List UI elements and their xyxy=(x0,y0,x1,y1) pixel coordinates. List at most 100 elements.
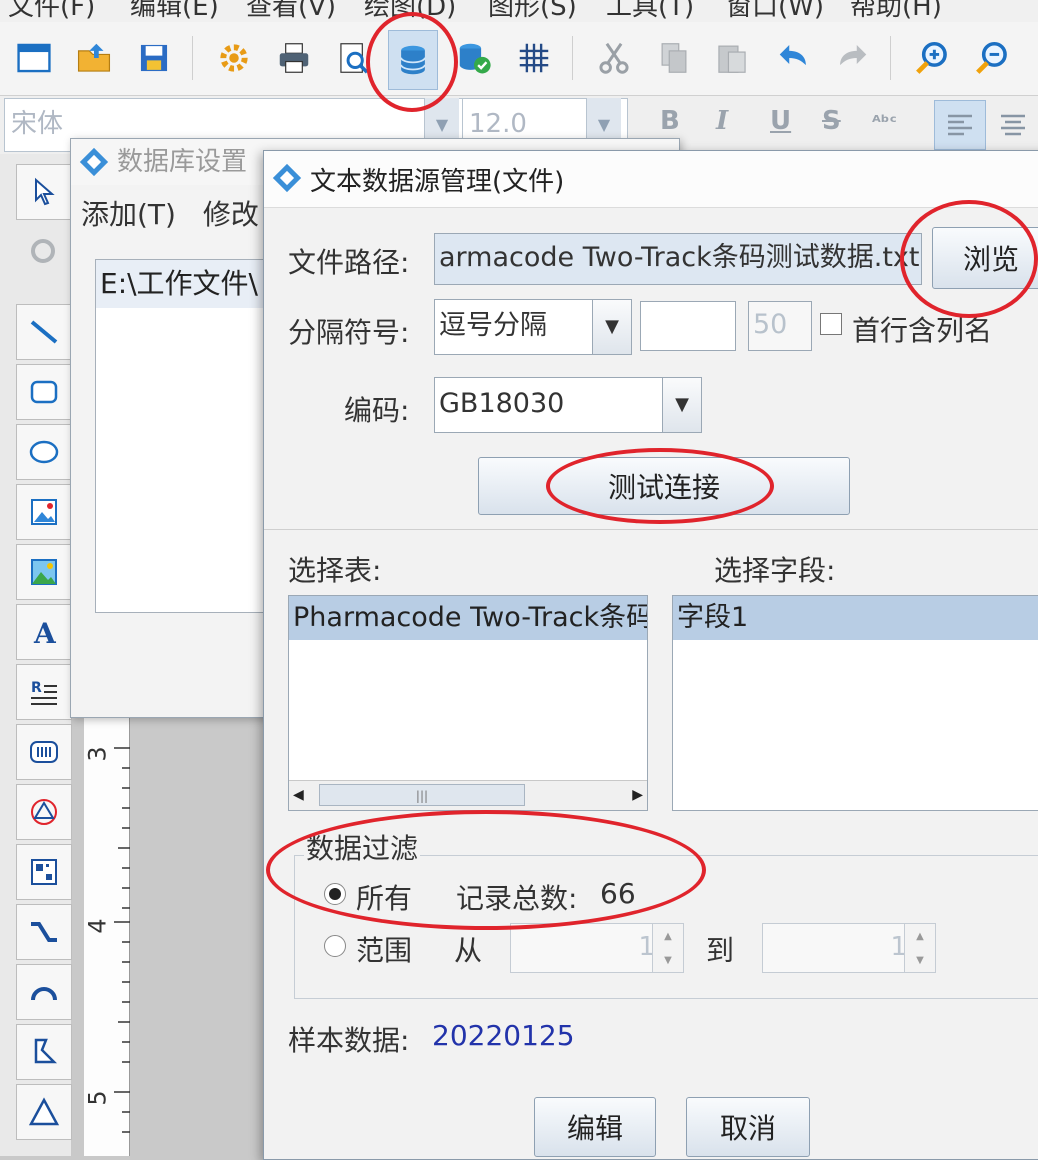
ruler-number: 4 xyxy=(83,918,112,934)
undo-button[interactable] xyxy=(770,32,818,84)
matrix-code-tool-button[interactable] xyxy=(16,844,72,900)
barcode-tool-button[interactable] xyxy=(16,724,72,780)
field-list-item[interactable]: 字段1 xyxy=(673,596,1038,640)
sample-data-value: 20220125 xyxy=(432,1019,575,1052)
align-left-icon xyxy=(948,114,972,136)
copy-button[interactable] xyxy=(650,32,698,84)
range-radio[interactable] xyxy=(324,935,346,957)
separator-combo[interactable]: 逗号分隔 ▼ xyxy=(434,299,632,355)
menu-window[interactable]: 窗口(W) xyxy=(726,0,824,23)
image-library-tool-button[interactable] xyxy=(16,544,72,600)
triangle-logo-icon xyxy=(31,799,57,825)
custom-separator-input[interactable] xyxy=(640,301,736,351)
browse-button-label: 浏览 xyxy=(962,243,1019,276)
italic-button[interactable]: I xyxy=(716,106,728,136)
sample-data-label: 样本数据: xyxy=(288,1024,410,1057)
rich-text-tool-button[interactable]: R xyxy=(16,664,72,720)
paste-button[interactable] xyxy=(708,32,756,84)
print-button[interactable] xyxy=(270,32,318,84)
field-list[interactable]: 字段1 xyxy=(672,595,1038,811)
menu-help[interactable]: 帮助(H) xyxy=(850,0,942,23)
select-tool-button[interactable] xyxy=(16,164,72,220)
qrcode-tool-button[interactable] xyxy=(16,784,72,840)
database-settings-button[interactable] xyxy=(388,30,438,90)
test-connection-button[interactable]: 测试连接 xyxy=(478,457,850,515)
ruler-number: 5 xyxy=(83,1090,112,1106)
record-total-label: 记录总数: xyxy=(456,882,578,915)
from-stepper[interactable]: ▲ ▼ xyxy=(652,923,684,973)
rectangle-tool-button[interactable] xyxy=(16,364,72,420)
table-list-item[interactable]: Pharmacode Two-Track条码 xyxy=(289,596,647,640)
stepper-down-icon[interactable]: ▼ xyxy=(905,948,935,972)
menu-tools[interactable]: 工具(T) xyxy=(606,0,694,23)
bold-button[interactable]: B xyxy=(660,106,680,136)
text-tool-button[interactable]: A xyxy=(16,604,72,660)
encoding-dropdown[interactable]: ▼ xyxy=(662,378,701,432)
menu-view[interactable]: 查看(V) xyxy=(246,0,336,23)
strikethrough-button[interactable]: S xyxy=(822,106,841,136)
from-input[interactable]: 1 xyxy=(510,923,660,973)
save-button[interactable] xyxy=(130,32,178,84)
add-menu[interactable]: 添加(T) xyxy=(81,198,176,231)
scroll-right-icon[interactable]: ▶ xyxy=(632,787,643,803)
zoom-out-button[interactable] xyxy=(968,32,1016,84)
triangle-tool-button[interactable] xyxy=(16,1084,72,1140)
redo-button[interactable] xyxy=(828,32,876,84)
table-list[interactable]: Pharmacode Two-Track条码 ◀ ||| ▶ xyxy=(288,595,648,811)
cut-button[interactable] xyxy=(590,32,638,84)
toolbar xyxy=(0,22,1038,96)
menu-draw[interactable]: 绘图(D) xyxy=(364,0,456,23)
menu-file[interactable]: 文件(F) xyxy=(8,0,95,23)
open-button[interactable] xyxy=(70,32,118,84)
file-path-field[interactable]: armacode Two-Track条码测试数据.txt xyxy=(434,233,922,285)
divider xyxy=(264,529,1038,530)
superscript-button[interactable]: ᴬᵇᶜ xyxy=(872,112,897,133)
browse-button[interactable]: 浏览 xyxy=(932,227,1038,289)
arc-icon xyxy=(31,987,57,1001)
modify-menu[interactable]: 修改 xyxy=(203,198,259,231)
align-left-button[interactable] xyxy=(934,100,986,150)
curve-tool-button[interactable] xyxy=(16,904,72,960)
edit-button[interactable]: 编辑 xyxy=(534,1097,656,1157)
new-window-button[interactable] xyxy=(10,32,58,84)
separator-dropdown[interactable]: ▼ xyxy=(592,300,631,354)
all-records-radio[interactable] xyxy=(324,883,346,905)
range-label: 范围 xyxy=(356,934,413,967)
polygon-tool-button[interactable] xyxy=(16,1024,72,1080)
encoding-value: GB18030 xyxy=(439,388,565,419)
polygon-icon xyxy=(34,1038,58,1064)
dialog-titlebar: 文本数据源管理(文件) xyxy=(264,151,1038,208)
dialog-title: 文本数据源管理(文件) xyxy=(310,167,565,197)
stepper-up-icon[interactable]: ▲ xyxy=(905,924,935,948)
to-input[interactable]: 1 xyxy=(762,923,912,973)
horizontal-scrollbar[interactable]: ◀ ||| ▶ xyxy=(289,780,647,810)
rotate-icon xyxy=(31,239,55,263)
scrollbar-thumb[interactable]: ||| xyxy=(319,784,525,806)
print-preview-button[interactable] xyxy=(330,32,378,84)
test-connection-label: 测试连接 xyxy=(607,471,720,504)
menu-edit[interactable]: 编辑(E) xyxy=(130,0,219,23)
arc-tool-button[interactable] xyxy=(16,964,72,1020)
ellipse-tool-button[interactable] xyxy=(16,424,72,480)
settings-button[interactable] xyxy=(210,32,258,84)
menu-shape[interactable]: 图形(S) xyxy=(488,0,577,23)
stepper-down-icon[interactable]: ▼ xyxy=(653,948,683,972)
separator-count-input[interactable]: 50 xyxy=(748,301,812,351)
grid-button[interactable] xyxy=(510,32,558,84)
scroll-left-icon[interactable]: ◀ xyxy=(293,787,304,803)
underline-button[interactable]: U xyxy=(770,106,791,136)
cancel-button[interactable]: 取消 xyxy=(686,1097,810,1157)
database-connect-button[interactable] xyxy=(450,32,498,84)
save-icon xyxy=(140,44,168,72)
zoom-out-icon xyxy=(976,41,1007,74)
to-stepper[interactable]: ▲ ▼ xyxy=(904,923,936,973)
filter-group-title: 数据过滤 xyxy=(304,827,421,867)
rotate-tool-button[interactable] xyxy=(16,224,70,278)
encoding-combo[interactable]: GB18030 ▼ xyxy=(434,377,702,433)
image-tool-button[interactable] xyxy=(16,484,72,540)
first-row-header-checkbox[interactable] xyxy=(820,313,842,335)
zoom-in-button[interactable] xyxy=(908,32,956,84)
line-tool-button[interactable] xyxy=(16,304,72,360)
align-center-button[interactable] xyxy=(990,100,1036,150)
stepper-up-icon[interactable]: ▲ xyxy=(653,924,683,948)
